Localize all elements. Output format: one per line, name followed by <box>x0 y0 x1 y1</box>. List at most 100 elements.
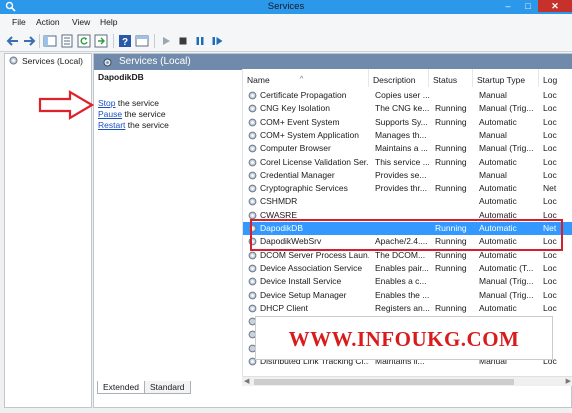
service-startup-type-cell: Automatic <box>479 116 517 127</box>
service-row[interactable]: COM+ Event System Supports Sy... Running Au… <box>243 116 572 129</box>
service-description-cell: Manages th... <box>375 129 427 140</box>
service-status-cell: Running <box>435 302 467 313</box>
watermark-text: WWW.INFOUKG.COM <box>255 316 553 360</box>
menu-help[interactable]: Help <box>100 16 117 28</box>
pane-header-title: Services (Local) <box>119 56 191 67</box>
stop-service-link[interactable]: Stop <box>98 98 116 108</box>
pause-service-icon[interactable] <box>193 34 207 48</box>
service-startup-type-cell: Manual (Trig... <box>479 103 534 114</box>
view-tabs: Extended Standard <box>94 379 572 395</box>
service-name-cell: CNG Key Isolation <box>260 103 330 114</box>
service-row[interactable]: Certificate Propagation Copies user ... Ma… <box>243 89 572 102</box>
column-header-name[interactable]: Name ^ <box>243 69 369 87</box>
service-row[interactable]: Credential Manager Provides se... Manual Lo… <box>243 169 572 182</box>
sort-ascending-icon: ^ <box>300 76 304 83</box>
service-log-on-cell: Loc <box>543 262 557 273</box>
service-row[interactable]: CSHMDR Automatic Loc <box>243 195 572 208</box>
service-row[interactable]: Device Setup Manager Enables the ... Manua… <box>243 289 572 302</box>
service-startup-type-cell: Automatic (T... <box>479 262 534 273</box>
menu-file[interactable]: File <box>12 16 26 28</box>
service-status-cell: Running <box>435 262 467 273</box>
restart-service-link[interactable]: Restart <box>98 120 125 130</box>
service-log-on-cell: Net <box>543 183 557 194</box>
toolbar: ? <box>0 30 572 52</box>
close-button[interactable]: ✕ <box>538 0 572 12</box>
service-name-cell: Credential Manager <box>260 169 335 180</box>
service-name-cell: Computer Browser <box>260 143 331 154</box>
service-row[interactable]: Device Install Service Enables a c... Manu… <box>243 275 572 288</box>
refresh-icon[interactable] <box>77 34 91 48</box>
service-row[interactable]: DHCP Client Registers an... Running Automat… <box>243 302 572 315</box>
column-header-status[interactable]: Status <box>429 69 473 87</box>
service-row[interactable]: Device Association Service Enables pair..… <box>243 262 572 275</box>
service-log-on-cell: Loc <box>543 143 557 154</box>
service-startup-type-cell: Manual <box>479 129 507 140</box>
maximize-button[interactable]: □ <box>518 0 538 12</box>
service-status-cell: Running <box>435 183 467 194</box>
service-row[interactable]: COM+ System Application Manages th... Manu… <box>243 129 572 142</box>
service-status-cell: Running <box>435 116 467 127</box>
action-pause: Pause the service <box>98 109 166 120</box>
service-description-cell: Registers an... <box>375 302 430 313</box>
gear-icon <box>248 144 257 153</box>
console-icon[interactable] <box>135 34 149 48</box>
annotation-arrow <box>38 90 94 120</box>
column-header-log-on-as[interactable]: Log <box>539 69 572 87</box>
restart-service-icon[interactable] <box>210 34 224 48</box>
tab-extended[interactable]: Extended <box>97 381 145 394</box>
stop-service-icon[interactable] <box>176 34 190 48</box>
service-log-on-cell: Loc <box>543 302 557 313</box>
service-name-cell: DHCP Client <box>260 302 309 313</box>
menu-bar: File Action View Help <box>0 14 572 30</box>
gear-icon <box>9 56 18 65</box>
service-name-cell: Corel License Validation Ser... <box>260 156 369 167</box>
service-description-cell: Provides thr... <box>375 183 427 194</box>
menu-view[interactable]: View <box>72 16 90 28</box>
pause-service-link[interactable]: Pause <box>98 109 122 119</box>
service-status-cell: Running <box>435 103 467 114</box>
action-stop-text: the service <box>115 98 159 108</box>
service-row[interactable]: Computer Browser Maintains a ... Running Ma… <box>243 142 572 155</box>
properties-icon[interactable] <box>60 34 74 48</box>
service-name-cell: Cryptographic Services <box>260 183 348 194</box>
menu-action[interactable]: Action <box>36 16 60 28</box>
column-header-description[interactable]: Description <box>369 69 429 87</box>
status-bar <box>0 408 572 413</box>
gear-icon <box>248 104 257 113</box>
service-log-on-cell: Loc <box>543 129 557 140</box>
service-log-on-cell: Loc <box>543 169 557 180</box>
gear-icon <box>248 118 257 126</box>
service-startup-type-cell: Automatic <box>479 196 517 207</box>
column-header-startup-type[interactable]: Startup Type <box>473 69 539 87</box>
service-row[interactable]: CNG Key Isolation The CNG ke... Running Man… <box>243 102 572 115</box>
service-name-cell: Certificate Propagation <box>260 90 347 100</box>
gear-icon <box>248 131 257 140</box>
gear-icon <box>248 91 257 100</box>
service-startup-type-cell: Manual (Trig... <box>479 143 534 154</box>
export-list-icon[interactable] <box>94 34 108 48</box>
service-description-cell: Enables the ... <box>375 289 430 300</box>
forward-arrow-icon[interactable] <box>22 34 36 48</box>
window-title: Services <box>267 1 305 12</box>
show-hide-tree-icon[interactable] <box>43 34 57 48</box>
service-log-on-cell: Loc <box>543 276 557 287</box>
service-log-on-cell: Loc <box>543 289 557 300</box>
back-arrow-icon[interactable] <box>6 34 20 48</box>
help-icon[interactable]: ? <box>118 34 132 48</box>
tree-item-services-local[interactable]: Services (Local) <box>7 55 83 67</box>
service-description-cell: Provides se... <box>375 169 427 180</box>
service-description-cell: This service ... <box>375 156 430 167</box>
service-log-on-cell: Loc <box>543 116 557 127</box>
minimize-button[interactable]: – <box>498 0 518 12</box>
gear-icon <box>248 197 257 206</box>
gear-icon <box>248 171 257 180</box>
service-startup-type-cell: Automatic <box>479 156 517 167</box>
tab-standard[interactable]: Standard <box>144 381 191 394</box>
service-row[interactable]: Corel License Validation Ser... This serv… <box>243 156 572 169</box>
service-row[interactable]: Cryptographic Services Provides thr... Run… <box>243 182 572 195</box>
service-log-on-cell: Loc <box>543 196 557 207</box>
gear-icon <box>248 277 257 286</box>
service-name-cell: CSHMDR <box>260 196 298 207</box>
highlight-box <box>250 219 563 251</box>
start-service-icon[interactable] <box>159 34 173 48</box>
